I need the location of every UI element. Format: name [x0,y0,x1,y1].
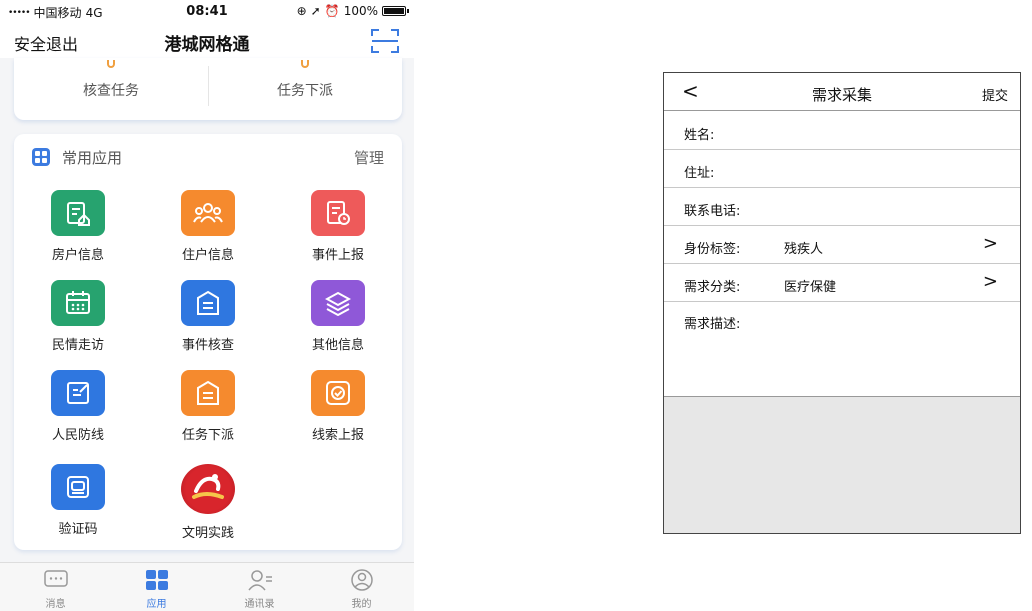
demand-category-selector[interactable]: 需求分类: 医疗保健 > [664,264,1020,302]
location-icon: ➚ [310,4,321,18]
edit-icon [51,370,105,416]
verify-task-label: 核查任务 [83,83,139,99]
app-label: 民情走访 [51,338,104,353]
field-label: 姓名: [684,128,715,143]
assign-task-label: 任务下派 [277,83,333,99]
phone-screen: ••••• 中国移动 4G 08:41 ⊕ ➚ ⏰ 100% 安全退出 港城网格… [0,0,414,611]
chevron-right-icon: > [982,271,998,292]
tab-bar: 消息 应用 通讯录 我的 [0,562,414,611]
check-circle-icon [311,370,365,416]
app-label: 人民防线 [51,428,104,443]
status-right: ⊕ ➚ ⏰ 100% [296,4,409,18]
form-title: 需求采集 [811,86,872,104]
app-residents-info[interactable]: 住户信息 [158,190,258,270]
app-public-visit[interactable]: 民情走访 [28,280,128,360]
apps-section-title: 常用应用 [62,149,123,167]
task-card: 核查任务 任务下派 [14,58,402,120]
demand-collection-form: < 需求采集 提交 姓名: 住址: 联系电话: 身份标签: 残疾人 > 需求分类… [663,72,1021,534]
name-field[interactable]: 姓名: [664,112,1020,150]
field-label: 联系电话: [684,204,741,219]
tab-label: 我的 [351,599,372,610]
clipboard-icon [181,280,235,326]
tab-label: 消息 [45,599,66,610]
calendar-icon [51,280,105,326]
app-label: 线索上报 [311,428,364,443]
field-value: 残疾人 [784,242,824,257]
nav-bar: 安全退出 港城网格通 [0,24,414,58]
app-house-info[interactable]: 房户信息 [28,190,128,270]
tab-apps[interactable]: 应用 [105,563,208,611]
residents-icon [181,190,235,236]
battery-percent: 100% [343,4,378,18]
address-field[interactable]: 住址: [664,150,1020,188]
form-blank-area [664,397,1020,533]
app-task-assign[interactable]: 任务下派 [158,370,258,450]
form-header: < 需求采集 提交 [664,73,1020,111]
submit-button[interactable]: 提交 [982,85,1008,104]
app-title: 港城网格通 [164,35,250,55]
scan-icon[interactable] [370,28,400,54]
assign-task-icon [301,60,309,68]
app-label: 任务下派 [181,428,234,443]
identity-tag-selector[interactable]: 身份标签: 残疾人 > [664,226,1020,264]
tab-label: 通讯录 [244,599,275,610]
assign-task-item[interactable]: 任务下派 [208,58,402,120]
app-label: 事件核查 [181,338,234,353]
app-verify-code[interactable]: 验证码 [28,464,128,544]
event-report-icon [311,190,365,236]
app-clue-report[interactable]: 线索上报 [288,370,388,450]
alarm-icon: ⏰ [324,4,340,18]
chevron-right-icon: > [982,233,998,254]
field-value: 医疗保健 [784,280,837,295]
app-civilization-practice[interactable]: 文明实践 [158,464,258,544]
layers-icon [311,280,365,326]
app-label: 文明实践 [181,526,234,541]
manage-button[interactable]: 管理 [354,147,384,168]
tab-messages[interactable]: 消息 [4,563,107,611]
battery-icon [382,6,409,16]
tab-contacts[interactable]: 通讯录 [208,563,311,611]
app-label: 验证码 [58,522,98,537]
app-event-verify[interactable]: 事件核查 [158,280,258,360]
tab-label: 应用 [146,599,167,610]
field-label: 住址: [684,166,715,181]
clipboard-icon [181,370,235,416]
verify-task-icon [107,60,115,68]
app-other-info[interactable]: 其他信息 [288,280,388,360]
field-label: 需求分类: [684,280,741,295]
field-label: 需求描述: [684,317,741,332]
tab-profile[interactable]: 我的 [310,563,413,611]
message-icon [43,570,68,587]
verify-task-item[interactable]: 核查任务 [14,58,208,120]
description-textarea[interactable]: 需求描述: [664,301,1020,397]
common-apps-card: 常用应用 管理 房户信息 住户信息 事件上报 民情走访 事件核查 其他信息 人民… [14,134,402,550]
phone-field[interactable]: 联系电话: [664,188,1020,226]
app-label: 其他信息 [311,338,364,353]
app-label: 住户信息 [181,248,234,263]
house-info-icon [51,190,105,236]
apps-section-icon [32,148,50,166]
field-label: 身份标签: [684,242,741,257]
lock-rotation-icon: ⊕ [296,4,307,18]
app-event-report[interactable]: 事件上报 [288,190,388,270]
profile-icon [350,569,373,591]
app-label: 房户信息 [51,248,104,263]
status-bar: ••••• 中国移动 4G 08:41 ⊕ ➚ ⏰ 100% [0,0,414,24]
app-people-defense[interactable]: 人民防线 [28,370,128,450]
inbox-icon [51,464,105,510]
civilization-logo-icon [181,464,235,514]
app-label: 事件上报 [311,248,364,263]
contacts-icon [247,570,272,591]
apps-grid-icon [145,570,168,590]
